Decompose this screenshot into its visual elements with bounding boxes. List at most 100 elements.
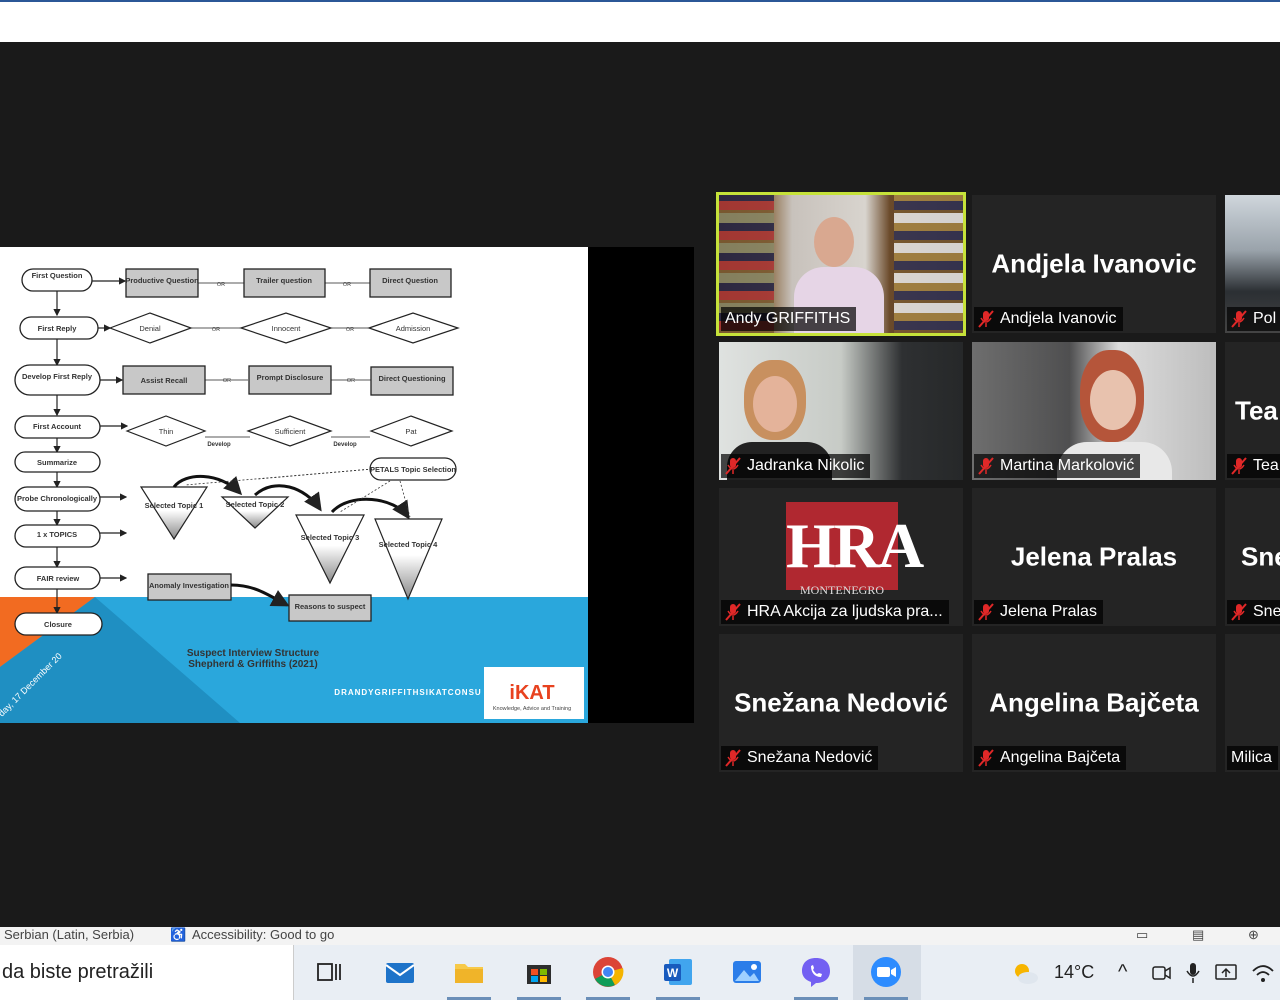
node-pat: Pat [405, 427, 417, 436]
node-prompt-disclosure: Prompt Disclosure [257, 373, 324, 382]
node-anomaly: Anomaly Investigation [149, 581, 229, 590]
participant-display-name: Sne [1241, 541, 1280, 572]
photos-icon[interactable] [730, 955, 764, 989]
node-summarize: Summarize [37, 458, 77, 467]
participant-tile-andjela-ivanovic[interactable]: Andjela Ivanovic Andjela Ivanovic [972, 195, 1216, 333]
muted-mic-icon [725, 457, 741, 475]
participant-name: Pol [1227, 307, 1280, 331]
node-topic-4: Selected Topic 4 [379, 540, 438, 549]
file-explorer-icon[interactable] [452, 955, 486, 989]
participant-tile-martina-markolovic[interactable]: Martina Markolović [972, 342, 1216, 480]
node-assist-recall: Assist Recall [141, 376, 188, 385]
or-label: OR [343, 282, 351, 288]
language-indicator[interactable]: Serbian (Latin, Serbia) [4, 927, 134, 943]
node-probe-chronologically: Probe Chronologically [17, 494, 98, 503]
task-view-icon[interactable] [312, 955, 346, 989]
participant-name: Snežana Nedović [721, 746, 879, 770]
node-direct-question: Direct Question [382, 276, 438, 285]
node-fair-review: FAIR review [37, 574, 80, 583]
participant-name: Milica [1227, 746, 1278, 770]
status-bar: Serbian (Latin, Serbia) ♿ Accessibility:… [0, 927, 1280, 945]
participant-tile-angelina-bajceta[interactable]: Angelina Bajčeta Angelina Bajčeta [972, 634, 1216, 772]
node-first-account: First Account [33, 422, 82, 431]
label-develop-1: Develop [207, 442, 231, 448]
weather-icon[interactable] [1010, 958, 1040, 988]
taskbar-search[interactable]: da biste pretražili [0, 945, 294, 1000]
camera-tray-icon[interactable] [1150, 962, 1172, 984]
microphone-tray-icon[interactable] [1184, 961, 1202, 985]
meeting-stage: First Question Productive Question Trail… [0, 42, 1280, 927]
participant-name: HRA Akcija za ljudska pra... [721, 600, 949, 624]
muted-mic-icon [725, 749, 741, 767]
screen-share-tray-icon[interactable] [1214, 961, 1238, 985]
participant-name: Jelena Pralas [974, 600, 1103, 624]
accessibility-status[interactable]: Accessibility: Good to go [192, 927, 334, 943]
accessibility-icon: ♿ [170, 927, 187, 942]
read-mode-icon[interactable]: ▭ [1136, 927, 1148, 943]
node-develop-first-reply: Develop First Reply [22, 372, 93, 381]
node-sufficient: Sufficient [275, 427, 307, 436]
chevron-up-icon[interactable]: ^ [1118, 945, 1127, 1000]
label-develop-2: Develop [333, 442, 357, 448]
slide-title: Suspect Interview Structure [187, 648, 320, 659]
node-closure: Closure [44, 620, 72, 629]
web-layout-icon[interactable]: ⊕ [1248, 927, 1259, 943]
mail-icon[interactable] [383, 955, 417, 989]
participant-display-name: Snežana Nedović [734, 687, 948, 718]
node-direct-questioning: Direct Questioning [378, 374, 446, 383]
taskbar: da biste pretražili W 14°C ^ [0, 945, 1280, 1000]
wifi-icon[interactable] [1250, 961, 1276, 985]
word-icon[interactable]: W [661, 955, 695, 989]
viber-icon[interactable] [799, 955, 833, 989]
participant-tile-jelena-pralas[interactable]: Jelena Pralas Jelena Pralas [972, 488, 1216, 626]
node-reasons: Reasons to suspect [295, 602, 366, 611]
node-topics: 1 x TOPICS [37, 530, 77, 539]
hra-logo: HRA MONTENEGRO [786, 502, 924, 597]
node-topic-2: Selected Topic 2 [226, 500, 285, 509]
participant-name: Andy GRIFFITHS [721, 307, 857, 331]
ikat-tagline: Knowledge, Advice and Training [493, 706, 571, 712]
node-productive-question: Productive Question [125, 276, 199, 285]
temperature[interactable]: 14°C [1054, 945, 1094, 1000]
participant-tile-milica[interactable]: Milica [1225, 634, 1280, 772]
svg-text:W: W [667, 966, 679, 980]
muted-mic-icon [978, 749, 994, 767]
participant-tile-hra[interactable]: HRA MONTENEGRO HRA Akcija za ljudska pra… [719, 488, 963, 626]
participant-display-name: Tea [1235, 395, 1278, 426]
participant-name: Jadranka Nikolic [721, 454, 871, 478]
muted-mic-icon [978, 457, 994, 475]
participant-display-name: Andjela Ivanovic [991, 248, 1197, 279]
or-label: OR [347, 378, 355, 384]
node-denial: Denial [139, 324, 161, 333]
participant-tile-pol[interactable]: Pol [1225, 195, 1280, 333]
presentation-slide: First Question Productive Question Trail… [0, 247, 588, 723]
participant-tile-snezana-nedovic[interactable]: Snežana Nedović Snežana Nedović [719, 634, 963, 772]
or-label: OR [217, 282, 225, 288]
node-admission: Admission [396, 324, 431, 333]
slide-url: DRANDYGRIFFITHSIKATCONSU [334, 688, 481, 697]
zoom-icon[interactable] [869, 955, 903, 989]
flowchart-diagram: First Question Productive Question Trail… [0, 268, 588, 723]
slide-subtitle: Shepherd & Griffiths (2021) [188, 659, 317, 670]
participant-tile-tea[interactable]: Tea Tea [1225, 342, 1280, 480]
node-petals: PETALS Topic Selection [370, 465, 456, 474]
muted-mic-icon [978, 310, 994, 328]
node-first-question: First Question [32, 271, 83, 280]
chrome-icon[interactable] [591, 955, 625, 989]
microsoft-store-icon[interactable] [522, 955, 556, 989]
participant-name: Angelina Bajčeta [974, 746, 1127, 770]
muted-mic-icon [1231, 457, 1247, 475]
print-layout-icon[interactable]: ▤ [1192, 927, 1204, 943]
shared-screen[interactable]: First Question Productive Question Trail… [0, 247, 694, 723]
search-text: da biste pretražili [2, 961, 154, 983]
participant-tile-andy-griffiths[interactable]: Andy GRIFFITHS [716, 192, 966, 336]
participant-tile-sne[interactable]: Sne Sne [1225, 488, 1280, 626]
muted-mic-icon [1231, 603, 1247, 621]
window-top-bar [0, 0, 1280, 42]
participant-name: Sne [1227, 600, 1280, 624]
node-topic-3: Selected Topic 3 [301, 533, 360, 542]
participant-tile-jadranka-nikolic[interactable]: Jadranka Nikolic [719, 342, 963, 480]
muted-mic-icon [1231, 310, 1247, 328]
node-innocent: Innocent [272, 324, 302, 333]
muted-mic-icon [978, 603, 994, 621]
